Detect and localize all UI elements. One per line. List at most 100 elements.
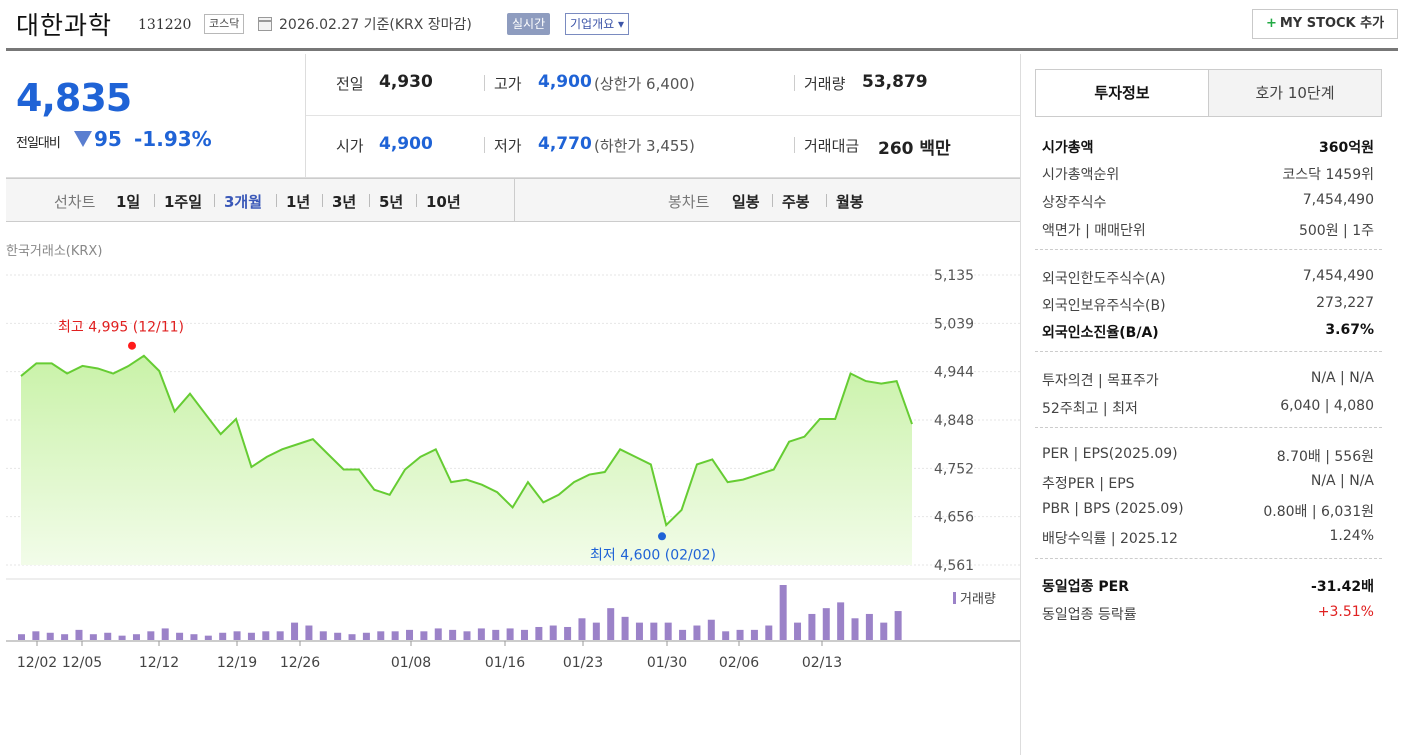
volume-bar xyxy=(132,634,140,640)
add-my-stock-button[interactable]: + MY STOCK 추가 xyxy=(1252,9,1398,39)
volume-bar xyxy=(794,622,802,640)
tab-1d[interactable]: 1일 xyxy=(116,191,140,212)
volume-bar xyxy=(118,635,126,640)
volume-bar xyxy=(449,629,457,640)
tab-order-book[interactable]: 호가 10단계 xyxy=(1208,69,1382,117)
volume-bar xyxy=(305,625,313,640)
invest-row-value: 7,454,490 xyxy=(1302,268,1374,284)
invest-row-value: 3.67% xyxy=(1325,322,1374,338)
invest-row-label: 투자의견 | 목표주가 xyxy=(1042,373,1159,389)
low-value: 4,770 xyxy=(538,134,592,154)
x-tick-label: 02/06 xyxy=(719,655,759,671)
market-badge: 코스닥 xyxy=(204,14,245,34)
invest-row: 외국인소진율(B/A) 3.67% xyxy=(1042,319,1374,343)
volume-bar xyxy=(334,632,342,640)
volume-bar xyxy=(406,629,414,640)
invest-row: 동일업종 PER -31.42배 xyxy=(1042,573,1374,597)
plus-icon: + xyxy=(1265,16,1277,31)
volume-bar xyxy=(693,625,701,640)
volume-bar xyxy=(161,628,169,640)
invest-row-value: 360억원 xyxy=(1319,140,1374,156)
x-tick-label: 01/16 xyxy=(485,655,525,671)
quote-date: 2026.02.27 기준(KRX 장마감) xyxy=(279,17,472,33)
volume-bar xyxy=(233,631,241,640)
x-tick-label: 01/30 xyxy=(647,655,687,671)
volume-bar xyxy=(319,631,327,640)
tab-group-divider xyxy=(514,179,515,221)
realtime-button[interactable]: 실시간 xyxy=(507,13,551,35)
y-tick-label: 4,752 xyxy=(934,461,974,477)
invest-row-label: 동일업종 등락률 xyxy=(1042,607,1137,623)
invest-row: 외국인보유주식수(B) 273,227 xyxy=(1042,292,1374,316)
tab-10y[interactable]: 10년 xyxy=(426,191,461,212)
chart-tab-bar: 선차트 1일 1주일 3개월 1년 3년 5년 10년 봉차트 일봉 주봉 월봉 xyxy=(6,178,1021,222)
invest-row-value: 8.70배 | 556원 xyxy=(1276,449,1374,465)
high-label: 최고 4,995 (12/11) xyxy=(58,320,184,336)
tab-3y[interactable]: 3년 xyxy=(332,191,356,212)
volume-bar xyxy=(765,625,773,640)
invest-row: 배당수익률 | 2025.12 1.24% xyxy=(1042,525,1374,549)
volume-bar xyxy=(779,585,787,640)
volume-bar xyxy=(276,631,284,640)
invest-row: 외국인한도주식수(A) 7,454,490 xyxy=(1042,265,1374,289)
divider xyxy=(369,194,370,207)
tab-underline xyxy=(1035,116,1382,117)
volume-bar xyxy=(736,629,744,640)
volume-bar xyxy=(865,613,873,640)
volume-bar xyxy=(607,608,615,640)
volume-bar xyxy=(894,611,902,640)
volume-bar xyxy=(664,622,672,640)
volume-bar xyxy=(722,631,730,640)
volume-bar xyxy=(808,613,816,640)
invest-row: 52주최고 | 최저 6,040 | 4,080 xyxy=(1042,395,1374,419)
volume-bar xyxy=(75,629,83,640)
open-label: 시가 xyxy=(336,137,364,155)
volume-bar xyxy=(190,634,198,640)
volume-bar xyxy=(377,631,385,640)
invest-row-label: 52주최고 | 최저 xyxy=(1042,401,1138,417)
volume-bar xyxy=(420,631,428,640)
amount-label: 거래대금 xyxy=(804,137,860,155)
price-chart[interactable]: 5,135 5,039 4,944 4,848 4,752 4,656 4,561 최고 4,… xyxy=(0,255,1020,695)
x-tick-label: 12/19 xyxy=(217,655,257,671)
tab-weekly[interactable]: 주봉 xyxy=(782,191,810,212)
company-name: 대한과학 xyxy=(16,11,113,40)
y-tick-label: 4,561 xyxy=(934,558,974,574)
volume-bar xyxy=(32,631,40,640)
tab-daily[interactable]: 일봉 xyxy=(732,191,760,212)
invest-section-divider xyxy=(1035,558,1382,559)
tab-3m[interactable]: 3개월 xyxy=(224,191,262,212)
y-tick-label: 4,656 xyxy=(934,510,974,526)
low-label: 저가 xyxy=(494,137,522,155)
prev-close-value: 4,930 xyxy=(379,72,433,92)
candle-chart-label: 봉차트 xyxy=(668,193,710,211)
volume-bar xyxy=(348,634,356,640)
tab-1y[interactable]: 1년 xyxy=(286,191,310,212)
volume-bar xyxy=(147,631,155,640)
volume-bar xyxy=(650,622,658,640)
divider xyxy=(772,194,773,207)
volume-bar xyxy=(247,632,255,640)
invest-row-label: 상장주식수 xyxy=(1042,195,1107,211)
tab-monthly[interactable]: 월봉 xyxy=(836,191,864,212)
invest-row-label: 외국인한도주식수(A) xyxy=(1042,271,1166,287)
upper-limit: (상한가 6,400) xyxy=(594,75,695,93)
tab-invest-info[interactable]: 투자정보 xyxy=(1035,69,1209,117)
y-tick-label: 4,944 xyxy=(934,365,974,381)
tab-1w[interactable]: 1주일 xyxy=(164,191,202,212)
volume-bar xyxy=(463,631,471,640)
volume-label: 거래량 xyxy=(804,75,846,93)
volume-bar xyxy=(104,632,112,640)
volume-bar xyxy=(822,608,830,640)
stock-code: 131220 xyxy=(138,17,192,33)
volume-bar xyxy=(391,631,399,640)
volume-bar xyxy=(535,626,543,640)
invest-row: 시가총액 360억원 xyxy=(1042,134,1374,158)
company-overview-dropdown[interactable]: 기업개요 ▾ xyxy=(565,13,629,35)
current-price: 4,835 xyxy=(16,76,132,120)
low-marker xyxy=(658,532,666,541)
invest-row: 상장주식수 7,454,490 xyxy=(1042,189,1374,213)
tab-5y[interactable]: 5년 xyxy=(379,191,403,212)
open-value: 4,900 xyxy=(379,134,433,154)
volume-bar xyxy=(89,634,97,640)
